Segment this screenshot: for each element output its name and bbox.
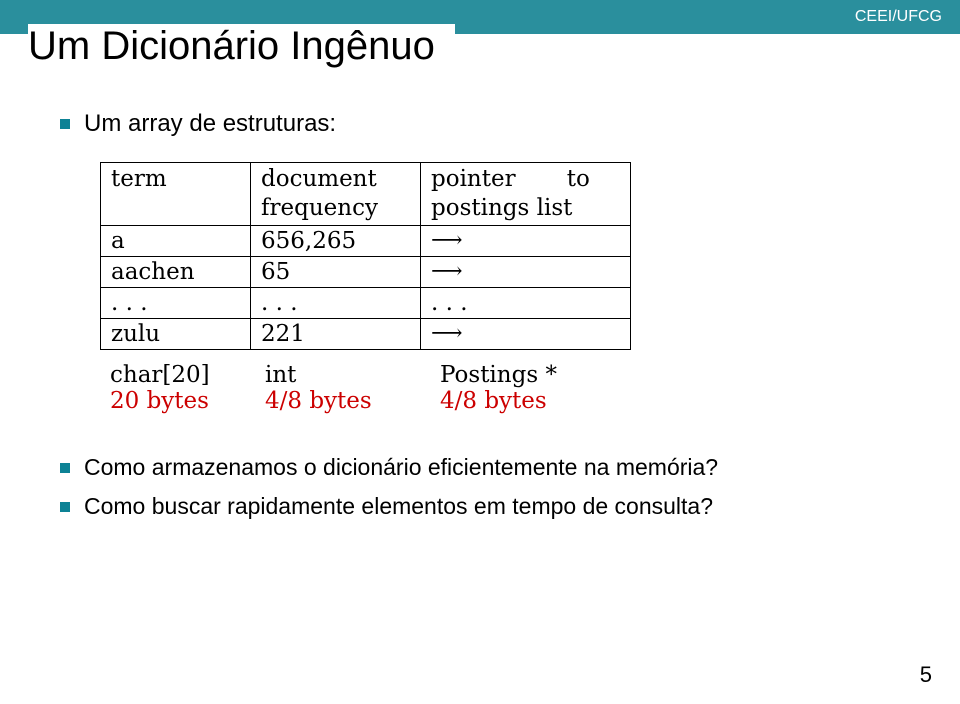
cell-ptr: ⟶	[421, 225, 631, 256]
bullet-icon	[60, 502, 70, 512]
cell-freq: 656,265	[251, 225, 421, 256]
table-row: a 656,265 ⟶	[101, 225, 631, 256]
hdr-docfreq: document frequency	[251, 163, 421, 226]
cell-freq: 65	[251, 256, 421, 287]
type-c1: char[20]	[110, 362, 265, 388]
table-header-row: term document frequency pointer to posti…	[101, 163, 631, 226]
bytes-line: 20 bytes 4/8 bytes 4/8 bytes	[110, 388, 920, 414]
cell-term: aachen	[101, 256, 251, 287]
bytes-c2: 4/8 bytes	[265, 388, 440, 414]
hdr-doc-l1: document	[261, 166, 377, 192]
bullet-intro-text: Um array de estruturas:	[84, 110, 336, 138]
bullet-intro: Um array de estruturas:	[60, 110, 920, 138]
bytes-c3: 4/8 bytes	[440, 388, 640, 414]
bullet-icon	[60, 463, 70, 473]
hdr-ptr-l1: pointer	[431, 166, 516, 192]
slide-content: Um array de estruturas: term document fr…	[60, 110, 920, 532]
table-row: zulu 221 ⟶	[101, 318, 631, 349]
hdr-ptr-l2: to	[567, 166, 590, 192]
hdr-ptr-l3: postings list	[431, 195, 572, 221]
bullet-q2: Como buscar rapidamente elementos em tem…	[60, 493, 920, 520]
slide-title: Um Dicionário Ingênuo	[28, 24, 455, 69]
cell-ptr: ⟶	[421, 318, 631, 349]
bullet-q2-text: Como buscar rapidamente elementos em tem…	[84, 493, 713, 520]
cell-freq: 221	[251, 318, 421, 349]
table-row: . . . . . . . . .	[101, 287, 631, 318]
types-annotation: char[20] int Postings * 20 bytes 4/8 byt…	[110, 362, 920, 414]
cell-ptr: . . .	[421, 287, 631, 318]
bytes-c1: 20 bytes	[110, 388, 265, 414]
dictionary-table: term document frequency pointer to posti…	[100, 162, 631, 350]
cell-freq: . . .	[251, 287, 421, 318]
page-number: 5	[920, 662, 932, 688]
header-org-label: CEEI/UFCG	[855, 8, 942, 26]
bullet-q1: Como armazenamos o dicionário eficientem…	[60, 454, 920, 481]
type-c3: Postings *	[440, 362, 640, 388]
cell-term: . . .	[101, 287, 251, 318]
hdr-doc-l2: frequency	[261, 195, 378, 221]
type-c2: int	[265, 362, 440, 388]
hdr-pointer: pointer to postings list	[421, 163, 631, 226]
bullet-q1-text: Como armazenamos o dicionário eficientem…	[84, 454, 718, 481]
lower-bullets: Como armazenamos o dicionário eficientem…	[60, 454, 920, 520]
cell-term: a	[101, 225, 251, 256]
types-line: char[20] int Postings *	[110, 362, 920, 388]
hdr-term: term	[101, 163, 251, 226]
table-row: aachen 65 ⟶	[101, 256, 631, 287]
dictionary-table-wrap: term document frequency pointer to posti…	[100, 162, 920, 350]
bullet-icon	[60, 119, 70, 129]
cell-ptr: ⟶	[421, 256, 631, 287]
cell-term: zulu	[101, 318, 251, 349]
